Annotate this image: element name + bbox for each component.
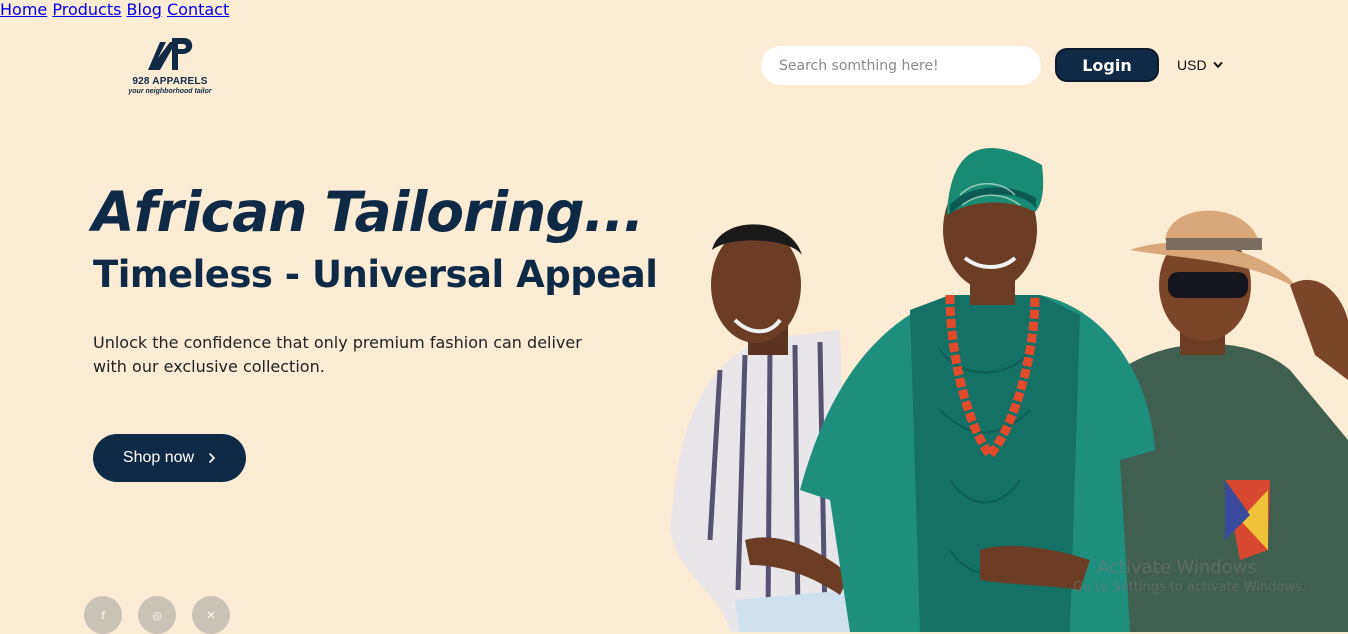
nav-products[interactable]: Products bbox=[52, 0, 121, 19]
x-glyph: ✕ bbox=[206, 608, 216, 622]
x-icon[interactable]: ✕ bbox=[192, 596, 230, 634]
login-button[interactable]: Login bbox=[1055, 48, 1159, 82]
brand-tagline: your neighborhood tailor bbox=[128, 88, 212, 95]
brand-name: 928 APPARELS bbox=[132, 76, 208, 87]
search-box bbox=[761, 46, 1041, 85]
main-nav: Home Products Blog Contact bbox=[0, 0, 1348, 19]
hero-models-image bbox=[670, 147, 1348, 632]
watermark-subtitle: Go to Settings to activate Windows. bbox=[1073, 580, 1306, 595]
nav-contact[interactable]: Contact bbox=[167, 0, 229, 19]
search-input[interactable] bbox=[777, 56, 1025, 75]
hero-subtitle: Timeless - Universal Appeal bbox=[93, 253, 658, 296]
facebook-icon[interactable]: f bbox=[84, 596, 122, 634]
social-links: f ◎ ✕ bbox=[84, 596, 230, 634]
hero-description: Unlock the confidence that only premium … bbox=[93, 333, 582, 376]
instagram-glyph: ◎ bbox=[152, 608, 162, 622]
logo-mark-icon bbox=[148, 38, 193, 70]
facebook-glyph: f bbox=[101, 608, 105, 622]
nav-home[interactable]: Home bbox=[0, 0, 47, 19]
chevron-down-icon bbox=[1213, 62, 1223, 69]
nav-blog[interactable]: Blog bbox=[127, 0, 162, 19]
instagram-icon[interactable]: ◎ bbox=[138, 596, 176, 634]
chevron-right-icon bbox=[209, 453, 216, 463]
watermark-title: Activate Windows bbox=[1097, 557, 1257, 578]
currency-value: USD bbox=[1177, 57, 1207, 73]
hero-title: African Tailoring... bbox=[92, 180, 644, 244]
currency-select[interactable]: USD bbox=[1177, 57, 1223, 73]
os-activation-watermark: Activate Windows Go to Settings to activ… bbox=[1073, 557, 1306, 595]
brand-logo[interactable]: 928 APPARELS your neighborhood tailor bbox=[118, 34, 222, 98]
shop-now-label: Shop now bbox=[122, 449, 195, 466]
shop-now-button[interactable]: Shop now bbox=[93, 434, 246, 482]
